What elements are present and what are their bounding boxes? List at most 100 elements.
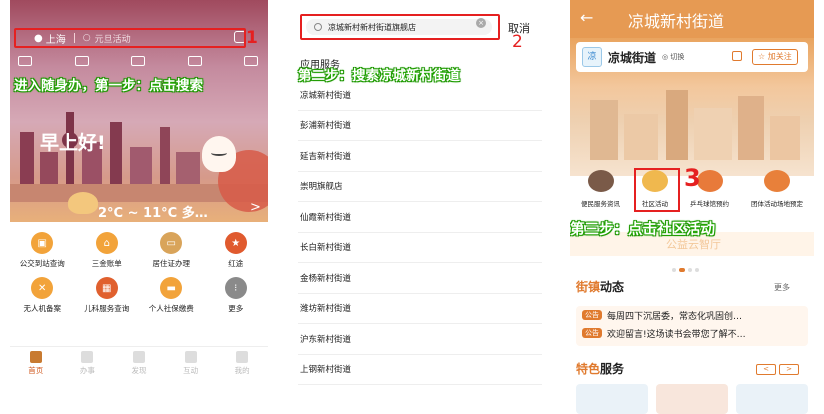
list-item[interactable]: 崇明旗舰店 <box>298 172 542 202</box>
search-icon: ○ <box>82 33 91 43</box>
service-label: 无人机备案 <box>23 304 62 313</box>
featured-title-rest: 服务 <box>600 362 625 376</box>
search-field[interactable]: ○ 元旦活动 <box>83 32 131 45</box>
edit-icon[interactable] <box>732 51 742 61</box>
service-three-funds[interactable]: ⌂ 三金账单 <box>77 232 137 269</box>
list-item[interactable]: 凉城新村街道 <box>298 80 542 111</box>
step-marker-3: 3 <box>684 164 701 192</box>
category-label: 便民服务资讯 <box>581 200 620 208</box>
list-item[interactable]: 沪东新村街道 <box>298 324 542 355</box>
news-text: 每周四下沉居委，常态化巩固创… <box>607 311 743 322</box>
truck-icon: ▬ <box>160 277 183 299</box>
grid-icon[interactable] <box>74 56 89 66</box>
result-list: 凉城新村街道 彭浦新村街道 延吉新村街道 崇明旗舰店 仙霞新村街道 长白新村街道… <box>298 80 542 385</box>
more-grid-icon: ⁝ <box>224 277 247 299</box>
greeting-text: 早上好! <box>40 132 106 154</box>
list-item[interactable]: 公告 每周四下沉居委，常态化巩固创… <box>576 306 808 324</box>
prev-button[interactable]: < <box>756 364 776 375</box>
service-label: 儿科服务查询 <box>84 304 130 313</box>
search-screen: 凉城新村新村街道旗舰店 × 取消 2 应用服务 第二步：搜索凉城新村街道 凉城新… <box>292 0 548 414</box>
chevron-right-icon[interactable]: > <box>250 200 261 215</box>
chat-icon <box>587 170 614 192</box>
location-selector[interactable]: ● 上海 <box>16 31 66 46</box>
news-text: 欢迎留言!这场读书会带您了解不… <box>607 329 746 340</box>
service-grid: ▣ 公交到站查询 ⌂ 三金账单 ▭ 居住证办理 ★ 红途 ✕ 无人机备案 ▦ 儿科服务查询 … <box>10 232 268 322</box>
box-icon <box>764 170 790 192</box>
user-icon <box>236 351 249 363</box>
nav-home[interactable]: 首页 <box>28 347 43 380</box>
scan-icon[interactable] <box>18 56 32 66</box>
search-input-box[interactable]: 凉城新村新村街道旗舰店 <box>300 14 500 40</box>
featured-section-title: 特色服务 <box>576 360 624 377</box>
step-marker-1: 1 <box>246 28 258 48</box>
heart-icon <box>184 351 197 363</box>
service-residence-permit[interactable]: ▭ 居住证办理 <box>141 232 201 269</box>
follow-button[interactable]: ☆ 加关注 <box>752 49 798 65</box>
next-button[interactable]: > <box>779 364 799 375</box>
wallet-icon[interactable] <box>187 56 202 66</box>
house-icon: ⌂ <box>95 232 118 254</box>
list-item[interactable]: 彭浦新村街道 <box>298 111 542 141</box>
pen-icon <box>81 351 94 363</box>
card-icon[interactable] <box>131 56 145 66</box>
list-item[interactable]: 延吉新村街道 <box>298 141 542 172</box>
location-label: 上海 <box>45 34 66 46</box>
featured-card[interactable] <box>736 384 808 414</box>
category-label: 团体活动场地预定 <box>751 200 803 208</box>
category-convenience[interactable]: 便民服务资讯 <box>581 170 620 208</box>
nav-mine[interactable]: 我的 <box>235 347 250 380</box>
nav-discover[interactable]: 发现 <box>131 347 146 380</box>
nav-label: 办事 <box>79 366 95 375</box>
list-item[interactable]: 上钢新村街道 <box>298 355 542 385</box>
weather-text[interactable]: 2°C ~ 11°C 多… <box>98 202 208 221</box>
news-title-highlight: 街镇 <box>576 280 601 294</box>
more-link[interactable]: 更多 <box>774 282 790 293</box>
list-item[interactable]: 公告 欢迎留言!这场读书会带您了解不… <box>576 324 808 342</box>
service-social-insurance[interactable]: ▬ 个人社保缴费 <box>141 277 201 314</box>
category-venue-booking[interactable]: 团体活动场地预定 <box>751 170 803 208</box>
news-list: 公告 每周四下沉居委，常态化巩固创… 公告 欢迎留言!这场读书会带您了解不… <box>576 306 808 346</box>
search-icon <box>314 23 322 31</box>
search-input[interactable]: 凉城新村新村街道旗舰店 <box>306 19 492 35</box>
featured-card[interactable] <box>576 384 648 414</box>
list-item[interactable]: 仙霞新村街道 <box>298 202 542 233</box>
mascot-image <box>202 136 236 172</box>
list-item[interactable]: 潍坊新村街道 <box>298 294 542 324</box>
featured-cards <box>576 384 808 414</box>
service-label: 更多 <box>228 304 244 313</box>
street-logo: 凉 <box>582 47 602 67</box>
page-title: 凉城新村街道 <box>628 12 725 31</box>
nav-label: 发现 <box>131 366 147 375</box>
search-bar[interactable]: ● 上海 ○ 元旦活动 <box>14 28 246 48</box>
clear-icon[interactable]: × <box>476 18 486 28</box>
service-pediatrics[interactable]: ▦ 儿科服务查询 <box>77 277 137 314</box>
service-label: 三金账单 <box>91 259 122 268</box>
nav-services[interactable]: 办事 <box>80 347 95 380</box>
crown-icon[interactable] <box>244 56 258 66</box>
service-red-route[interactable]: ★ 红途 <box>206 232 266 269</box>
notice-badge: 公告 <box>582 310 602 320</box>
bun-decoration <box>68 192 98 214</box>
bus-icon: ▣ <box>31 232 54 254</box>
building-icon <box>132 351 145 363</box>
featured-card[interactable] <box>656 384 728 414</box>
id-card-icon: ▭ <box>160 232 183 254</box>
nav-label: 互动 <box>183 366 199 375</box>
list-item[interactable]: 长白新村街道 <box>298 233 542 263</box>
service-more[interactable]: ⁝ 更多 <box>206 277 266 314</box>
notice-badge: 公告 <box>582 328 602 338</box>
featured-pager: < > <box>756 364 799 375</box>
service-label: 居住证办理 <box>152 259 191 268</box>
back-arrow-icon[interactable]: ← <box>580 8 593 27</box>
service-bus-arrival[interactable]: ▣ 公交到站查询 <box>12 232 72 269</box>
search-placeholder: 元旦活动 <box>94 34 131 45</box>
step-3-instruction: 第三步：点击社区活动 <box>570 222 715 238</box>
service-drone-filing[interactable]: ✕ 无人机备案 <box>12 277 72 314</box>
location-pin-icon: ● <box>34 32 43 44</box>
bottom-navigation: 首页 办事 发现 互动 我的 <box>10 346 268 380</box>
nav-interact[interactable]: 互动 <box>183 347 198 380</box>
step-1-instruction: 进入随身办，第一步：点击搜索 <box>14 78 203 94</box>
list-item[interactable]: 金杨新村街道 <box>298 263 542 294</box>
category-label: 乒乓球馆预约 <box>690 200 729 208</box>
switch-button[interactable]: ◎ 切换 <box>662 52 684 62</box>
